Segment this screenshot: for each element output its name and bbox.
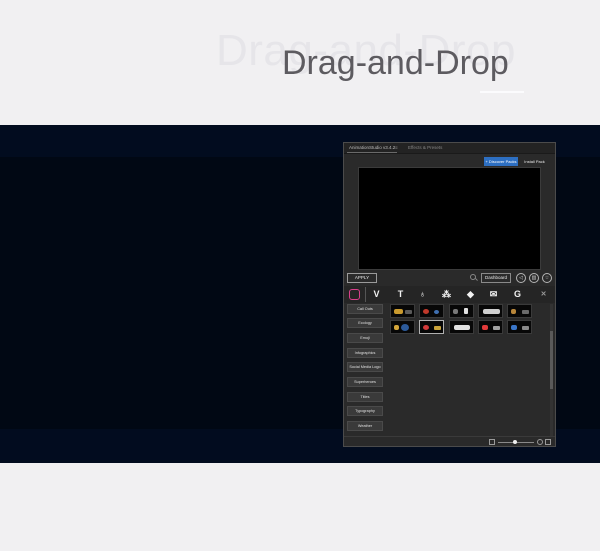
preset-thumbnail[interactable] bbox=[507, 320, 532, 334]
preset-thumbnail[interactable] bbox=[390, 304, 415, 318]
preset-thumbnail[interactable] bbox=[449, 304, 474, 318]
sidebar-item-weather[interactable]: Weather bbox=[347, 421, 383, 431]
grid-scrollbar[interactable] bbox=[550, 304, 553, 436]
dashboard-button[interactable]: Dashboard bbox=[481, 273, 511, 283]
sidebar-item-ecology[interactable]: Ecology bbox=[347, 318, 383, 328]
preset-thumbnail[interactable] bbox=[390, 320, 415, 334]
preset-thumbnail[interactable] bbox=[478, 320, 503, 334]
sidebar-item-superheroes[interactable]: Superheroes bbox=[347, 377, 383, 387]
hero-header: Drag-and-Drop Drag-and-Drop bbox=[0, 0, 600, 125]
sidebar-item-titles[interactable]: Titles bbox=[347, 392, 383, 402]
category-divider bbox=[365, 287, 366, 302]
preset-thumbnail[interactable] bbox=[449, 320, 474, 334]
view-icon[interactable] bbox=[537, 439, 543, 445]
tools-icon[interactable]: ✕ bbox=[538, 289, 549, 300]
sidebar-item-infographics[interactable]: Infographics bbox=[347, 348, 383, 358]
list-icon[interactable] bbox=[545, 439, 551, 445]
slider-handle[interactable] bbox=[513, 440, 517, 444]
tab-animation-studio[interactable]: AnimationStudio v3.4.2 bbox=[346, 145, 398, 153]
preset-thumbnail[interactable] bbox=[507, 304, 532, 318]
preset-thumbnail[interactable] bbox=[419, 304, 444, 318]
trash-icon[interactable]: ▥ bbox=[529, 273, 539, 283]
edit-icon[interactable] bbox=[489, 439, 495, 445]
sidebar-item-social-media-logo[interactable]: Social Media Logo bbox=[347, 362, 383, 372]
pin-icon[interactable]: ♁ bbox=[417, 289, 428, 300]
category-icon-bar: V T ♁ ⁂ ◆ ✉ G ✕ bbox=[344, 286, 555, 303]
panel-footer bbox=[344, 436, 555, 446]
title-underline bbox=[480, 91, 524, 93]
plugin-panel: AnimationStudio v3.4.2 ≡ Effects & Prese… bbox=[343, 142, 556, 447]
discover-packs-button[interactable]: + Discover Packs bbox=[484, 157, 518, 166]
tab-menu-icon[interactable]: ≡ bbox=[395, 145, 398, 150]
instagram-icon[interactable] bbox=[349, 289, 360, 300]
text-tool-icon[interactable]: T bbox=[395, 289, 406, 300]
gem-icon[interactable]: ◆ bbox=[465, 289, 476, 300]
g-logo-icon[interactable]: G bbox=[512, 289, 523, 300]
install-pack-button[interactable]: Install Pack bbox=[521, 157, 548, 166]
preview-area bbox=[358, 167, 541, 270]
nodes-icon[interactable]: ⁂ bbox=[441, 289, 452, 300]
apply-button[interactable]: APPLY bbox=[347, 273, 377, 283]
preset-thumbnail-selected[interactable] bbox=[419, 320, 444, 334]
sidebar-item-emoji[interactable]: Emoji bbox=[347, 333, 383, 343]
tab-effects-presets[interactable]: Effects & Presets bbox=[408, 145, 442, 150]
page-title: Drag-and-Drop bbox=[282, 44, 509, 82]
star-icon[interactable]: ☆ bbox=[542, 273, 552, 283]
sidebar-item-call-outs[interactable]: Call Outs bbox=[347, 304, 383, 314]
sidebar-item-typography[interactable]: Typography bbox=[347, 406, 383, 416]
panel-tabs: AnimationStudio v3.4.2 ≡ Effects & Prese… bbox=[344, 143, 555, 154]
mail-icon[interactable]: ✉ bbox=[488, 289, 499, 300]
scroll-thumb[interactable] bbox=[550, 331, 553, 389]
v-logo-icon[interactable]: V bbox=[371, 289, 382, 300]
search-icon[interactable] bbox=[470, 274, 476, 280]
sound-icon[interactable]: ◁ bbox=[516, 273, 526, 283]
preset-thumbnail[interactable] bbox=[478, 304, 503, 318]
